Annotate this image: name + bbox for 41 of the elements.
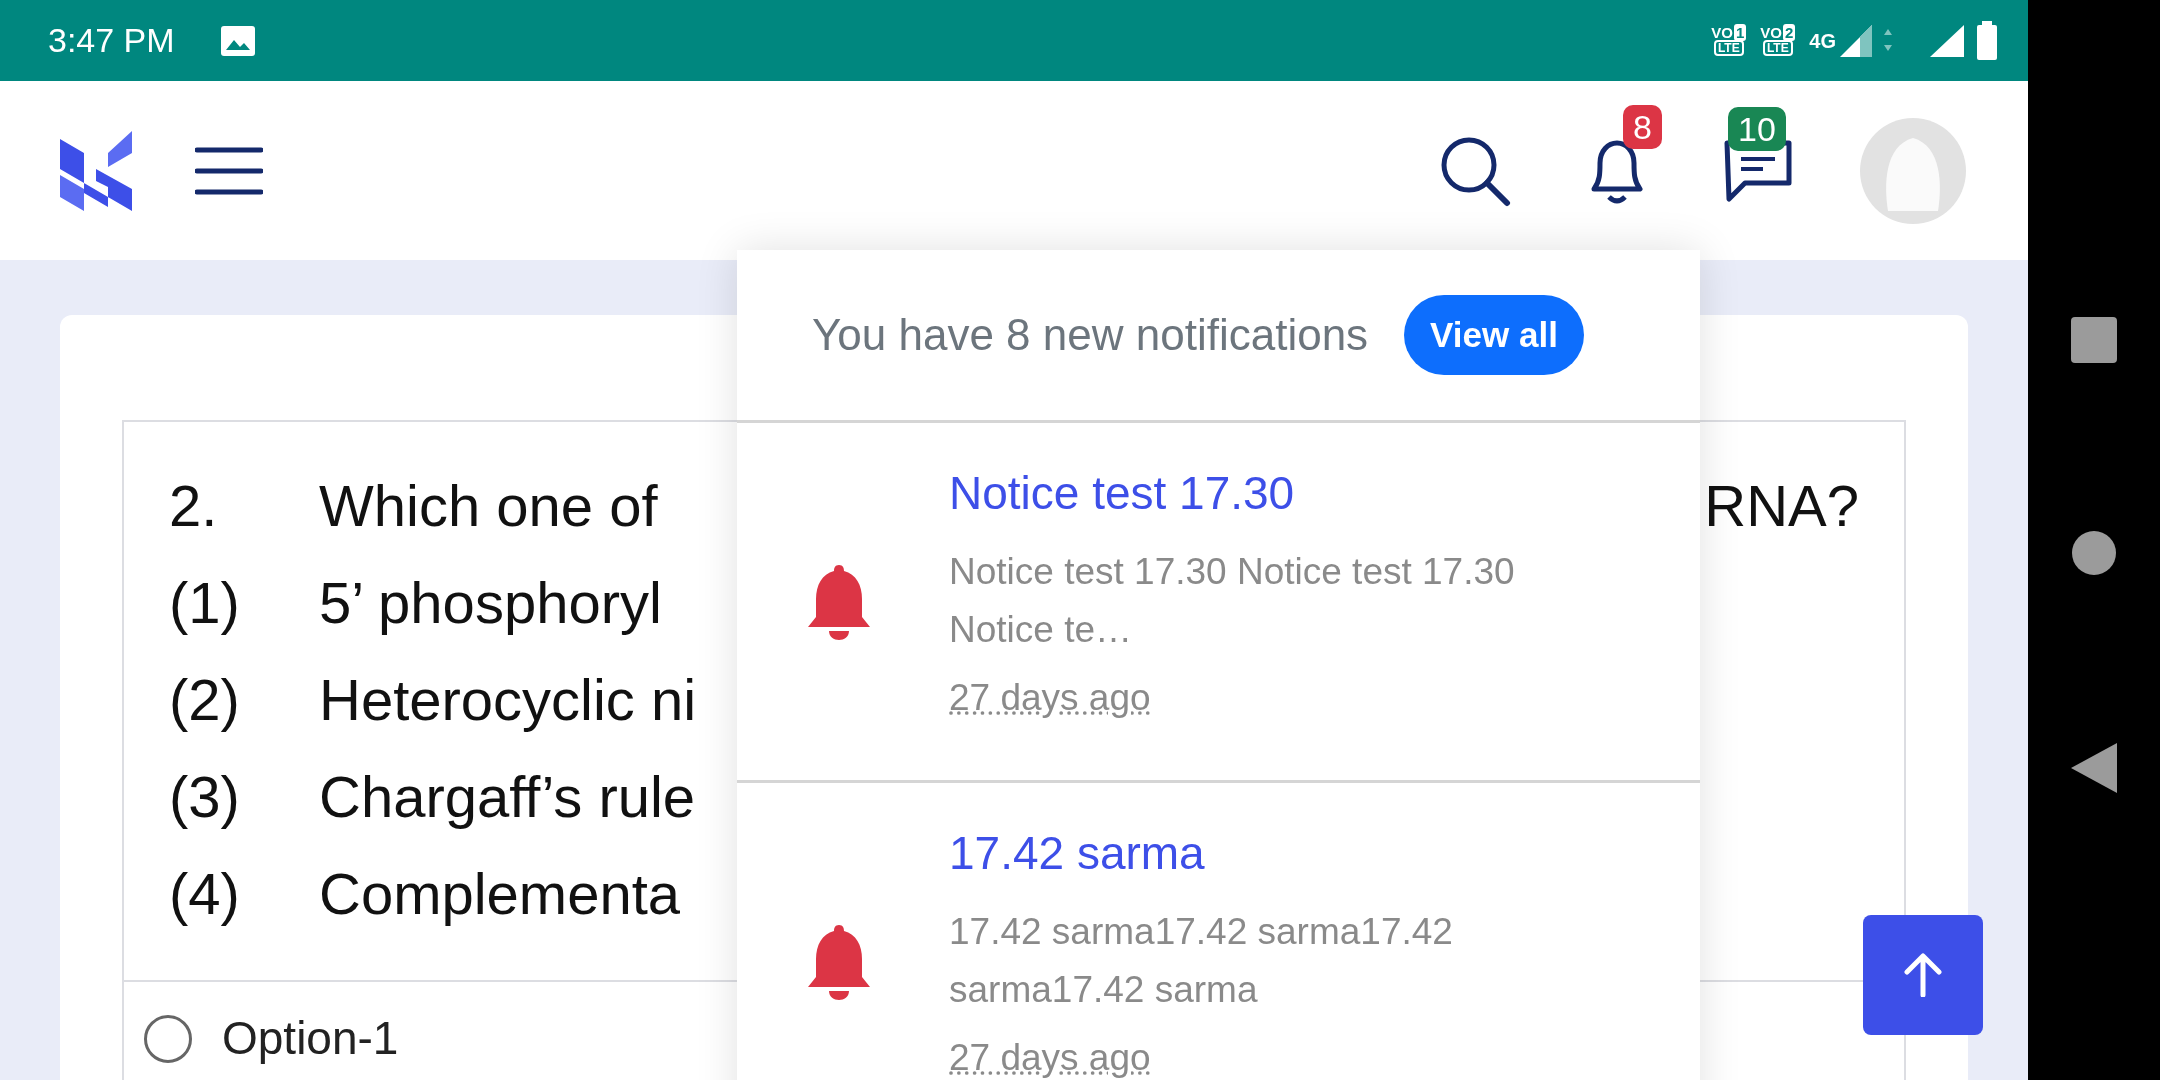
option-label: Option-1: [222, 1011, 399, 1066]
message-count: 10: [1728, 106, 1786, 152]
notification-text: Notice test 17.30 Notice test 17.30 Notice te…: [949, 550, 1516, 652]
scroll-top-button[interactable]: [1863, 915, 1983, 1035]
circle-icon[interactable]: [2071, 530, 2117, 576]
question-text: 5’ phosphoryl: [319, 570, 662, 635]
question-number: (1): [169, 569, 241, 637]
notification-time: 27 days ago: [949, 1036, 1151, 1080]
sim-label: VO: [1760, 24, 1782, 41]
sim-slot: 2: [1782, 24, 1796, 41]
question-number: (4): [169, 860, 241, 928]
sim-slot: 1: [1733, 24, 1747, 41]
battery-icon: [1976, 20, 1998, 61]
notification-summary: You have 8 new notifications: [812, 309, 1369, 361]
sim-tech: LTE: [1713, 40, 1744, 56]
question-number: (2): [169, 666, 241, 734]
network-type: 4G: [1809, 28, 1836, 54]
question-number: 2.: [169, 472, 219, 540]
question-text: Heterocyclic ni: [319, 667, 697, 732]
back-icon[interactable]: [2071, 743, 2117, 793]
sim-label: VO: [1711, 24, 1733, 41]
arrow-up-icon: [1903, 953, 1943, 997]
notification-text: 17.42 sarma17.42 sarma17.42 sarma17.42 sarma: [949, 910, 1454, 1012]
radio-button[interactable]: [144, 1014, 192, 1063]
notification-item[interactable]: Notice test 17.30 Notice test 17.30 Notice test 17.30 Notice te… 27 days ago: [737, 423, 1700, 783]
logo-icon: [60, 130, 132, 211]
question-text: Which one of: [319, 473, 658, 538]
question-number: (3): [169, 763, 241, 831]
menu-icon[interactable]: [195, 145, 263, 196]
view-all-button[interactable]: View all: [1404, 294, 1584, 376]
question-text: Complementa: [319, 861, 681, 926]
question-text: RNA?: [1704, 472, 1859, 540]
sim-tech: LTE: [1762, 40, 1793, 56]
status-time: 3:47 PM: [48, 20, 175, 61]
notification-time: 27 days ago: [949, 676, 1151, 720]
notification-count: 8: [1623, 104, 1662, 150]
image-icon: [219, 24, 256, 57]
question-text: Chargaff’s rule: [319, 764, 696, 829]
notification-title: Notice test 17.30: [949, 466, 1296, 521]
notification-title: 17.42 sarma: [949, 826, 1206, 881]
notification-item[interactable]: 17.42 sarma 17.42 sarma17.42 sarma17.42 sarma17.42 sarma 27 days ago: [737, 783, 1700, 1080]
